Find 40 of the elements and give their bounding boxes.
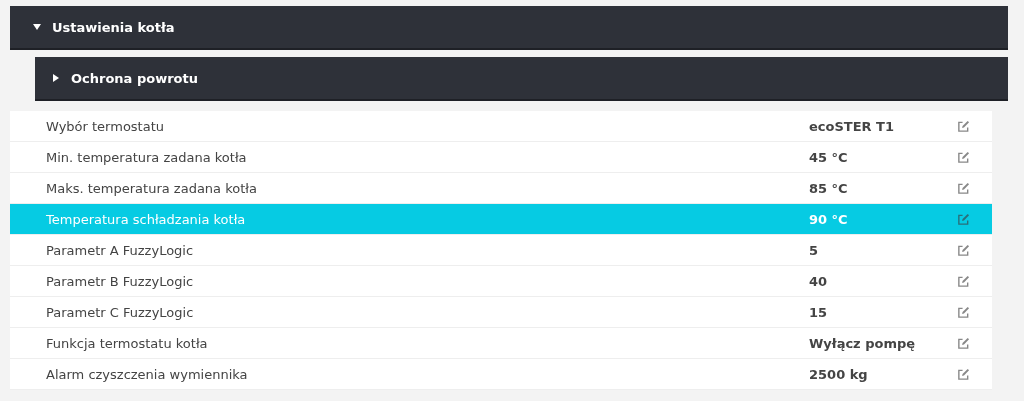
setting-row[interactable]: Parametr C FuzzyLogic 15 bbox=[10, 297, 992, 328]
setting-label: Alarm czyszczenia wymiennika bbox=[46, 366, 249, 382]
setting-value: 45 °C bbox=[809, 149, 849, 165]
setting-value: 40 bbox=[809, 273, 829, 289]
edit-icon[interactable] bbox=[957, 274, 970, 288]
setting-value: 15 bbox=[809, 304, 829, 320]
setting-row[interactable]: Parametr B FuzzyLogic 40 bbox=[10, 266, 992, 297]
edit-icon[interactable] bbox=[957, 212, 970, 226]
setting-row[interactable]: Min. temperatura zadana kotła 45 °C bbox=[10, 142, 992, 173]
setting-row[interactable]: Parametr A FuzzyLogic 5 bbox=[10, 235, 992, 266]
edit-icon[interactable] bbox=[957, 181, 970, 195]
setting-value: 90 °C bbox=[809, 211, 849, 227]
setting-value: 5 bbox=[809, 242, 820, 258]
setting-label: Parametr C FuzzyLogic bbox=[46, 304, 195, 320]
edit-icon[interactable] bbox=[957, 119, 970, 133]
setting-value: 2500 kg bbox=[809, 366, 869, 382]
subsection-title: Ochrona powrotu bbox=[71, 70, 198, 86]
setting-row[interactable]: Alarm czyszczenia wymiennika 2500 kg bbox=[10, 359, 992, 390]
setting-label: Parametr A FuzzyLogic bbox=[46, 242, 195, 258]
subsection-header[interactable]: Ochrona powrotu bbox=[35, 57, 1008, 101]
edit-icon[interactable] bbox=[957, 243, 970, 257]
caret-icon bbox=[32, 22, 42, 32]
setting-label: Funkcja termostatu kotła bbox=[46, 335, 209, 351]
edit-icon[interactable] bbox=[957, 305, 970, 319]
setting-label: Parametr B FuzzyLogic bbox=[46, 273, 195, 289]
setting-row[interactable]: Funkcja termostatu kotła Wyłącz pompę bbox=[10, 328, 992, 359]
setting-label: Min. temperatura zadana kotła bbox=[46, 149, 248, 165]
setting-value: Wyłącz pompę bbox=[809, 335, 917, 351]
setting-label: Wybór termostatu bbox=[46, 118, 165, 134]
section-title: Ustawienia kotła bbox=[52, 19, 175, 35]
caret-icon bbox=[51, 73, 61, 83]
setting-label: Maks. temperatura zadana kotła bbox=[46, 180, 258, 196]
section-header[interactable]: Ustawienia kotła bbox=[10, 6, 1008, 50]
edit-icon[interactable] bbox=[957, 367, 970, 381]
setting-value: 85 °C bbox=[809, 180, 849, 196]
setting-label: Temperatura schładzania kotła bbox=[46, 211, 247, 227]
edit-icon[interactable] bbox=[957, 150, 970, 164]
setting-row[interactable]: Wybór termostatu ecoSTER T1 bbox=[10, 111, 992, 142]
setting-value: ecoSTER T1 bbox=[809, 118, 895, 134]
edit-icon[interactable] bbox=[957, 336, 970, 350]
